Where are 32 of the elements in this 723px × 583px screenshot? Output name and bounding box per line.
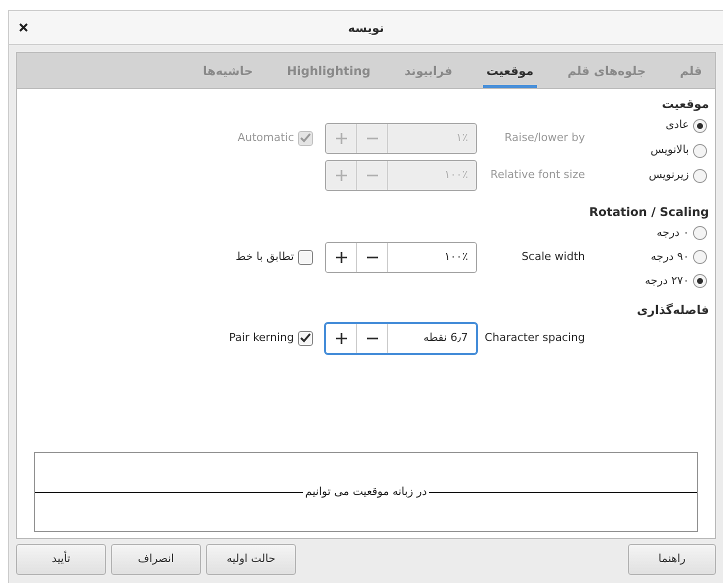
radio-button[interactable] — [693, 250, 707, 264]
radio-button[interactable] — [693, 274, 707, 288]
radio-button[interactable] — [693, 168, 707, 182]
section-heading: Rotation / Scaling — [588, 204, 709, 221]
radio-button[interactable] — [693, 226, 707, 240]
checkbox[interactable] — [298, 250, 313, 264]
radio-label: بالانویس — [650, 142, 689, 158]
radio-button[interactable] — [693, 118, 707, 132]
radio-label: زیرنویس — [648, 167, 689, 184]
close-icon[interactable] — [19, 23, 28, 32]
field-label: Raise/lower by — [504, 130, 585, 146]
radio-button[interactable] — [693, 144, 707, 158]
checkbox-label: Automatic — [238, 130, 294, 146]
radio-label: ۹۰ درجه — [650, 248, 689, 265]
field-label: Scale width — [522, 248, 585, 265]
radio-label: عادی — [666, 117, 689, 134]
checkbox-label: تطابق با خط — [236, 248, 294, 265]
radio-label: ۲۷۰ درجه — [644, 272, 689, 289]
checkbox-label: Pair kerning — [228, 330, 294, 346]
help-button[interactable]: راهنما — [628, 544, 716, 574]
window-title: نویسه — [348, 20, 384, 36]
field-label: Relative font size — [490, 167, 585, 184]
section-heading: موقعیت — [660, 96, 709, 113]
reset-button[interactable]: حالت اولیه — [206, 544, 296, 574]
radio-label: ۰ درجه — [656, 224, 689, 241]
field-label: Character spacing — [484, 330, 585, 346]
cancel-button[interactable]: انصراف — [111, 544, 201, 574]
section-heading: فاصله‌گذاری — [636, 302, 709, 319]
checkbox[interactable] — [298, 330, 313, 346]
tab[interactable]: موقعیت — [483, 53, 536, 88]
ok-button[interactable]: تأیید — [16, 544, 106, 574]
preview-text: در زبانه موقعیت می توانیم — [304, 484, 428, 500]
